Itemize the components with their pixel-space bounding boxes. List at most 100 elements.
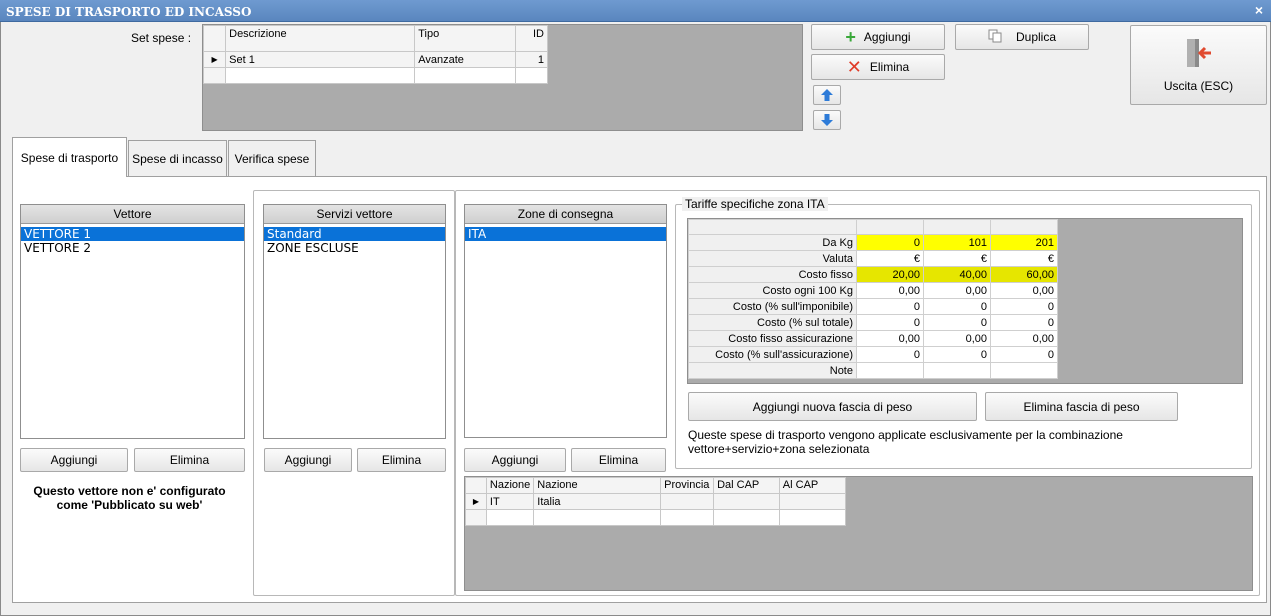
tariffe-grid[interactable]: Da Kg 0 101 201 Valuta € € € Costo fisso 20,00 40,… (687, 218, 1243, 384)
tab-spese-incasso[interactable]: Spese di incasso (128, 140, 227, 176)
cell-nazione-code[interactable]: IT (485, 493, 535, 510)
cell-al-cap[interactable] (778, 493, 847, 510)
move-up-button[interactable] (813, 85, 841, 105)
elimina-set-button[interactable]: ✕ Elimina (811, 54, 945, 80)
close-icon[interactable]: × (1255, 2, 1263, 18)
list-item-vettore-1[interactable]: VETTORE 1 (21, 227, 244, 241)
vettore-list[interactable]: Vettore VETTORE 1 VETTORE 2 (20, 204, 245, 439)
cell-nazione-name[interactable]: Italia (533, 493, 662, 510)
zone-elimina-button[interactable]: Elimina (571, 448, 666, 472)
tariffe-row[interactable]: Da Kg 0 101 201 (688, 234, 1058, 251)
tariffe-row[interactable]: Costo fisso assicurazione 0,00 0,00 0,00 (688, 330, 1058, 347)
tariffe-row-label: Costo (% sull'assicurazione) (688, 346, 857, 363)
tariffe-cell[interactable]: 0 (856, 314, 924, 331)
cell-dal-cap[interactable] (713, 493, 780, 510)
exit-door-icon (1186, 39, 1211, 67)
tariffe-cell[interactable]: 0 (856, 346, 924, 363)
tariffe-cell[interactable]: 0 (923, 314, 991, 331)
tariffe-cell[interactable]: 201 (990, 234, 1058, 251)
arrow-up-icon (821, 89, 833, 101)
cell-empty[interactable] (660, 509, 715, 526)
tariffe-cell[interactable]: € (856, 250, 924, 267)
servizi-elimina-button[interactable]: Elimina (357, 448, 446, 472)
cell-empty[interactable] (514, 67, 549, 84)
tariffe-cell[interactable] (990, 362, 1058, 379)
col-nazione-name: Nazione (533, 477, 662, 494)
tariffe-row[interactable]: Costo (% sull'assicurazione) 0 0 0 (688, 346, 1058, 363)
list-item-vettore-2[interactable]: VETTORE 2 (21, 241, 244, 255)
tariffe-cell[interactable]: 0 (990, 346, 1058, 363)
tariffe-cell[interactable]: 0,00 (923, 330, 991, 347)
cell-empty[interactable] (778, 509, 847, 526)
cell-empty[interactable] (533, 509, 662, 526)
table-row[interactable]: ▶ IT Italia (465, 493, 847, 510)
cell-tipo[interactable]: Avanzate (414, 51, 516, 68)
tariffe-cell[interactable]: 0,00 (856, 330, 924, 347)
vettore-aggiungi-button[interactable]: Aggiungi (20, 448, 128, 472)
tariffe-cell[interactable]: 40,00 (923, 266, 991, 283)
tariffe-cell[interactable]: € (990, 250, 1058, 267)
plus-icon: + (845, 27, 856, 47)
tariffe-row[interactable]: Costo (% sul totale) 0 0 0 (688, 314, 1058, 331)
tariffe-row[interactable]: Valuta € € € (688, 250, 1058, 267)
tariffe-cell[interactable]: 0 (923, 346, 991, 363)
tariffe-cell[interactable]: 0 (990, 314, 1058, 331)
list-item-ita[interactable]: ITA (465, 227, 666, 241)
tab-spese-trasporto[interactable]: Spese di trasporto (12, 137, 127, 177)
list-item-standard[interactable]: Standard (264, 227, 445, 241)
table-row-new[interactable] (465, 509, 847, 526)
table-row[interactable]: ▶ Set 1 Avanzate 1 (202, 51, 549, 68)
move-down-button[interactable] (813, 110, 841, 130)
uscita-button[interactable]: Uscita (ESC) (1130, 25, 1267, 105)
tariffe-row[interactable]: Costo fisso 20,00 40,00 60,00 (688, 266, 1058, 283)
col-dal-cap: Dal CAP (713, 477, 780, 494)
cell-empty[interactable] (414, 67, 516, 84)
tariffe-cell[interactable]: 101 (923, 234, 991, 251)
set-spese-grid[interactable]: Descrizione Tipo ID ▶ Set 1 Avanzate 1 (202, 24, 803, 131)
aggiungi-fascia-button[interactable]: Aggiungi nuova fascia di peso (688, 392, 977, 421)
aggiungi-set-button[interactable]: + Aggiungi (811, 24, 945, 50)
servizi-aggiungi-button[interactable]: Aggiungi (264, 448, 352, 472)
cell-provincia[interactable] (660, 493, 715, 510)
tariffe-cell[interactable] (923, 362, 991, 379)
tariffe-cell[interactable]: 0,00 (990, 330, 1058, 347)
tariffe-row[interactable]: Note (688, 362, 1058, 379)
cell-id[interactable]: 1 (514, 51, 549, 68)
tariffe-row[interactable]: Costo ogni 100 Kg 0,00 0,00 0,00 (688, 282, 1058, 299)
list-item-zone-escluse[interactable]: ZONE ESCLUSE (264, 241, 445, 255)
elimina-fascia-button[interactable]: Elimina fascia di peso (985, 392, 1178, 421)
duplica-button[interactable]: Duplica (955, 24, 1089, 50)
tariffe-cell[interactable]: 20,00 (856, 266, 924, 283)
tariffe-cell[interactable]: 0 (990, 298, 1058, 315)
cell-empty[interactable] (485, 509, 535, 526)
tariffe-row[interactable]: Costo (% sull'imponibile) 0 0 0 (688, 298, 1058, 315)
col-provincia: Provincia (660, 477, 715, 494)
tab-verifica-spese[interactable]: Verifica spese (228, 140, 316, 176)
tariffe-cell[interactable]: 0,00 (856, 282, 924, 299)
tariffe-info: Queste spese di trasporto vengono applic… (688, 428, 1123, 456)
zone-list[interactable]: Zone di consegna ITA (464, 204, 667, 438)
tariffe-cell[interactable] (856, 362, 924, 379)
duplica-label: Duplica (1015, 30, 1057, 44)
tariffe-cell[interactable]: € (923, 250, 991, 267)
zone-aggiungi-button[interactable]: Aggiungi (464, 448, 566, 472)
tariffe-cell[interactable]: 0,00 (923, 282, 991, 299)
set-spese-label: Set spese : (131, 31, 192, 45)
cell-empty[interactable] (713, 509, 780, 526)
col-al-cap: Al CAP (778, 477, 847, 494)
tariffe-cell[interactable]: 60,00 (990, 266, 1058, 283)
tariffe-info-line1: Queste spese di trasporto vengono applic… (688, 428, 1123, 442)
table-row-new[interactable] (202, 67, 549, 84)
tariffe-cell[interactable]: 0 (856, 234, 924, 251)
cell-empty[interactable] (225, 67, 416, 84)
vettore-elimina-button[interactable]: Elimina (134, 448, 245, 472)
nazioni-grid[interactable]: Nazione Nazione Provincia Dal CAP Al CAP… (464, 476, 1253, 591)
tariffe-col-header (856, 219, 924, 235)
set-spese-header: Descrizione Tipo ID (202, 25, 549, 52)
tariffe-cell[interactable]: 0 (923, 298, 991, 315)
servizi-list[interactable]: Servizi vettore Standard ZONE ESCLUSE (263, 204, 446, 439)
vettore-list-header: Vettore (21, 205, 244, 224)
tariffe-cell[interactable]: 0,00 (990, 282, 1058, 299)
tariffe-cell[interactable]: 0 (856, 298, 924, 315)
cell-descrizione[interactable]: Set 1 (225, 51, 416, 68)
